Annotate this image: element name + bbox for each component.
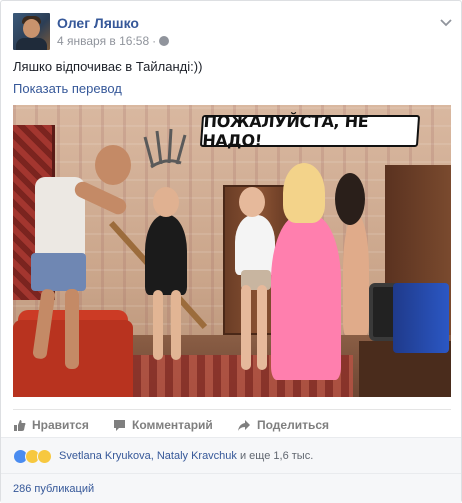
like-button-label: Нравится (32, 418, 89, 432)
meta-separator: · (152, 34, 157, 48)
reaction-icons[interactable] (13, 449, 53, 465)
thumbs-up-icon (14, 419, 26, 431)
shares-row: 286 публикаций (1, 473, 461, 503)
shares-count[interactable]: 286 публикаций (13, 483, 94, 495)
comment-button[interactable]: Комментарий (113, 418, 213, 432)
share-button[interactable]: Поделиться (237, 418, 329, 432)
comment-icon (114, 419, 125, 431)
globe-icon (159, 36, 170, 46)
post-header: Олег Ляшко 4 января в 16:58 · (13, 13, 453, 53)
post-meta: 4 января в 16:58 · (57, 34, 170, 48)
author-name[interactable]: Олег Ляшко (57, 15, 139, 31)
author-avatar[interactable] (13, 13, 50, 50)
post-timestamp[interactable]: 4 января в 16:58 (57, 34, 149, 48)
post-text: Ляшко відпочиває в Тайланді:)) (13, 59, 203, 74)
reactions-more: и еще 1,6 тыс. (236, 450, 314, 462)
share-button-label: Поделиться (257, 418, 330, 432)
post-card: Олег Ляшко 4 января в 16:58 · Ляшко відпо… (0, 0, 462, 503)
photo-caption: ПОЖАЛУЙСТА, НЕ НАДО! (199, 112, 421, 150)
chevron-down-icon[interactable] (439, 15, 453, 29)
reactor-names[interactable]: Svetlana Kryukova, Nataly Kravchuk (59, 450, 237, 462)
show-translation-link[interactable]: Показать перевод (13, 81, 122, 96)
comment-button-label: Комментарий (132, 418, 213, 432)
share-icon (238, 419, 250, 431)
post-photo[interactable]: ПОЖАЛУЙСТА, НЕ НАДО! (13, 105, 451, 397)
like-button[interactable]: Нравится (13, 418, 89, 432)
wow-reaction-icon (37, 449, 52, 464)
reactions-summary[interactable]: Svetlana Kryukova, Nataly Kravchuk и еще… (59, 450, 313, 462)
reactions-bar: Svetlana Kryukova, Nataly Kravchuk и еще… (1, 437, 461, 473)
action-bar: Нравится Комментарий Поделиться (13, 409, 451, 433)
